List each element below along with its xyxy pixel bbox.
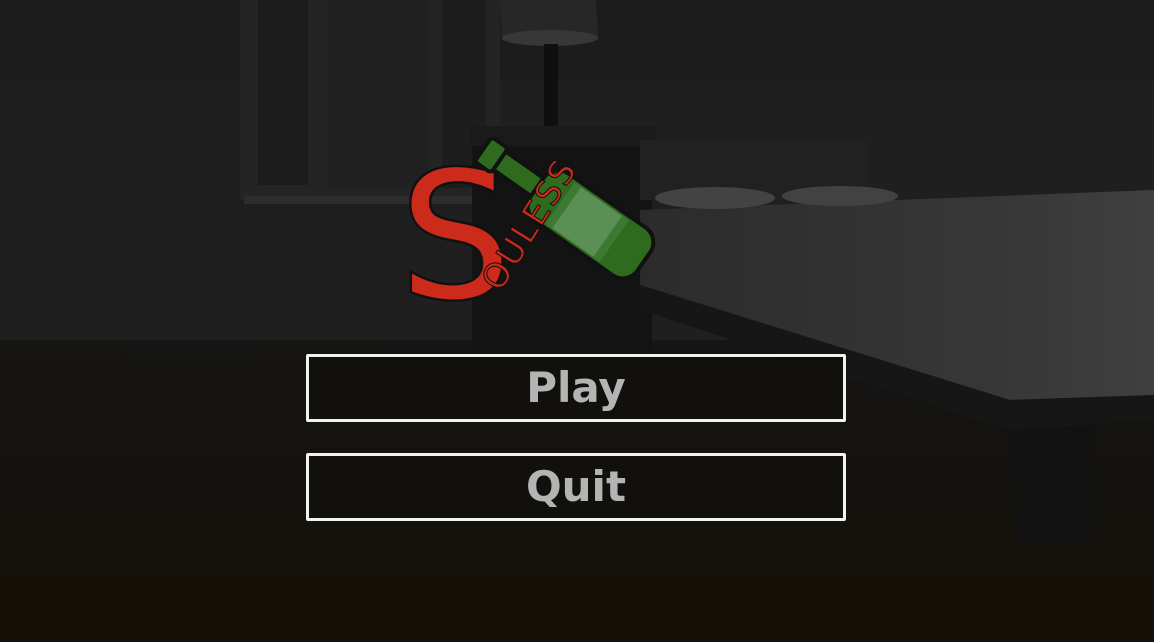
play-button[interactable]: Play xyxy=(306,354,846,422)
quit-button[interactable]: Quit xyxy=(306,453,846,521)
bedroom-scene-background xyxy=(0,0,1154,642)
soulless-logo: S OULESS xyxy=(398,134,656,315)
